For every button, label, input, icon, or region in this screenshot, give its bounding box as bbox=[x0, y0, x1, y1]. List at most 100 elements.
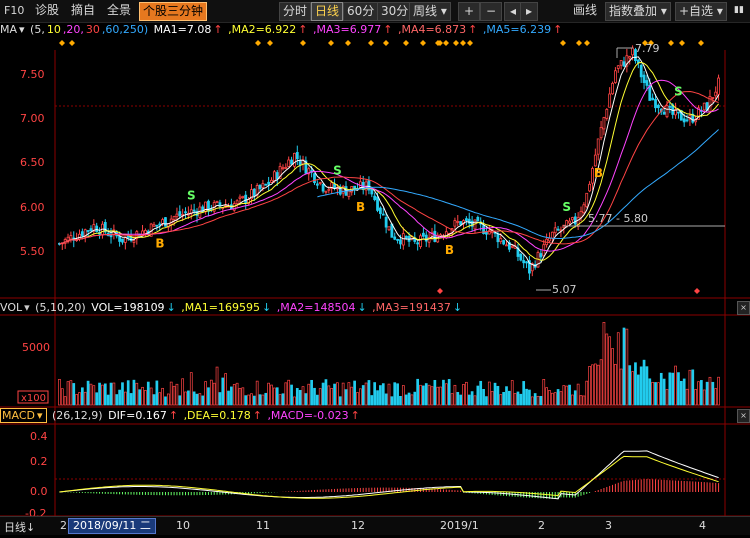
period-selector[interactable]: 日线↓ bbox=[4, 519, 35, 535]
candle-body bbox=[95, 225, 99, 233]
draw-line-button[interactable]: 画线 bbox=[570, 2, 600, 19]
expand-icon[interactable]: ▮▮ bbox=[731, 2, 747, 19]
volume-pane-close-icon[interactable]: × bbox=[737, 301, 750, 315]
chart-canvas[interactable]: 7.50 7.00 6.50 6.00 5.50 5000 x100 0.4 0… bbox=[0, 22, 750, 534]
period-tab-weekly[interactable]: 周线 ▾ bbox=[409, 2, 451, 21]
volume-bar bbox=[694, 389, 697, 406]
candle-body bbox=[264, 183, 268, 186]
volume-bar bbox=[175, 383, 179, 406]
period-tab-timeshare[interactable]: 分时 bbox=[279, 2, 312, 21]
zoom-in-button[interactable]: + bbox=[458, 2, 480, 21]
candle-body bbox=[714, 91, 718, 97]
macd-indicator-dropdown[interactable]: MACD ▾ bbox=[0, 408, 47, 423]
index-overlay-dropdown[interactable]: 指数叠加 ▾ bbox=[605, 2, 671, 21]
volume-bar bbox=[651, 381, 655, 406]
candle-body bbox=[642, 74, 646, 83]
volume-bar bbox=[244, 395, 248, 406]
volume-bar bbox=[493, 382, 497, 406]
candle-body bbox=[272, 171, 276, 182]
volume-bar bbox=[60, 388, 64, 406]
vol-legend-name[interactable]: VOL bbox=[0, 301, 22, 314]
volume-bar bbox=[129, 393, 133, 406]
volume-bar bbox=[496, 385, 500, 406]
three-minute-stock-button[interactable]: 个股三分钟 bbox=[139, 2, 208, 21]
high-price-label: 7.79 bbox=[635, 42, 660, 55]
candle-body bbox=[613, 70, 617, 83]
dif-line bbox=[59, 450, 719, 500]
nav-right-button[interactable]: ▸ bbox=[520, 2, 538, 21]
excerpt-button[interactable]: 摘自 bbox=[68, 2, 98, 19]
period-tab-60min[interactable]: 60分 bbox=[343, 2, 379, 21]
volume-bars-layer bbox=[58, 322, 720, 406]
volume-bar bbox=[95, 392, 99, 406]
volume-bar bbox=[187, 390, 190, 406]
zoom-out-button[interactable]: − bbox=[480, 2, 502, 21]
ma-legend-name[interactable]: MA bbox=[0, 23, 17, 36]
chevron-down-icon: ▾ bbox=[437, 4, 447, 18]
candle-body bbox=[510, 245, 514, 248]
macd-pane-close-icon[interactable]: × bbox=[737, 409, 750, 423]
candle-body bbox=[370, 188, 374, 195]
vol-ma2-value: ,MA2=148504 bbox=[276, 301, 356, 314]
period-tab-30min[interactable]: 30分 bbox=[377, 2, 413, 21]
volume-bar bbox=[413, 391, 417, 406]
volume-bar bbox=[212, 382, 216, 406]
volume-bar bbox=[539, 396, 543, 406]
volume-bar bbox=[63, 396, 67, 406]
volume-bar bbox=[367, 380, 371, 406]
volume-bar bbox=[338, 396, 342, 406]
up-arrow-icon: ↑ bbox=[298, 23, 308, 36]
volume-bar bbox=[401, 385, 405, 406]
volume-bar bbox=[172, 385, 176, 406]
volume-bar bbox=[467, 394, 471, 406]
chart-area[interactable]: 7.50 7.00 6.50 6.00 5.50 5000 x100 0.4 0… bbox=[0, 22, 750, 534]
volume-bar bbox=[444, 383, 448, 406]
alert-diamond bbox=[576, 40, 582, 46]
volume-bar bbox=[169, 381, 173, 406]
period-tab-daily[interactable]: 日线 bbox=[311, 2, 344, 21]
volume-bar bbox=[482, 389, 485, 406]
volume-bar bbox=[648, 378, 652, 406]
alert-diamond bbox=[443, 40, 449, 46]
volume-bar bbox=[407, 392, 411, 406]
volume-bar bbox=[92, 385, 96, 406]
price-axis: 7.50 7.00 6.50 6.00 5.50 bbox=[20, 68, 45, 258]
candle-body bbox=[178, 211, 182, 217]
volume-bar bbox=[390, 396, 394, 406]
add-watchlist-dropdown[interactable]: +自选 ▾ bbox=[675, 2, 727, 21]
volume-axis: 5000 x100 bbox=[17, 341, 50, 404]
volume-bar bbox=[301, 386, 305, 406]
chevron-down-icon: ▾ bbox=[24, 301, 34, 314]
overview-button[interactable]: 全景 bbox=[104, 2, 134, 19]
volume-bar bbox=[542, 378, 546, 406]
candle-body bbox=[396, 239, 399, 241]
macd-tick: 0.0 bbox=[30, 485, 48, 498]
volume-bar bbox=[568, 384, 571, 406]
volume-bar bbox=[350, 386, 354, 406]
alert-diamond bbox=[668, 40, 674, 46]
alert-diamond bbox=[694, 288, 700, 294]
candle-body bbox=[668, 105, 672, 108]
volume-bar bbox=[711, 381, 715, 406]
candle-body bbox=[327, 188, 331, 191]
candle-body bbox=[622, 61, 626, 67]
volume-bar bbox=[324, 379, 328, 406]
volume-bar bbox=[536, 395, 540, 406]
f10-button[interactable]: F10 bbox=[1, 2, 27, 19]
time-tick: 12 bbox=[351, 519, 365, 532]
candle-body bbox=[244, 194, 248, 204]
up-arrow-icon: ↑ bbox=[252, 409, 262, 422]
volume-bar bbox=[516, 391, 520, 406]
volume-bar bbox=[115, 394, 119, 406]
volume-bar bbox=[310, 379, 313, 406]
volume-bar bbox=[198, 393, 202, 406]
candle-body bbox=[496, 233, 500, 243]
candle-body bbox=[387, 226, 391, 231]
diagnose-stock-button[interactable]: 诊股 bbox=[32, 2, 62, 19]
macd-tick: 0.4 bbox=[30, 430, 48, 443]
volume-bar bbox=[479, 380, 483, 406]
chevron-down-icon: ▾ bbox=[713, 4, 723, 18]
candle-body bbox=[611, 82, 614, 95]
candle-body bbox=[161, 219, 165, 224]
volume-bar bbox=[255, 380, 259, 406]
